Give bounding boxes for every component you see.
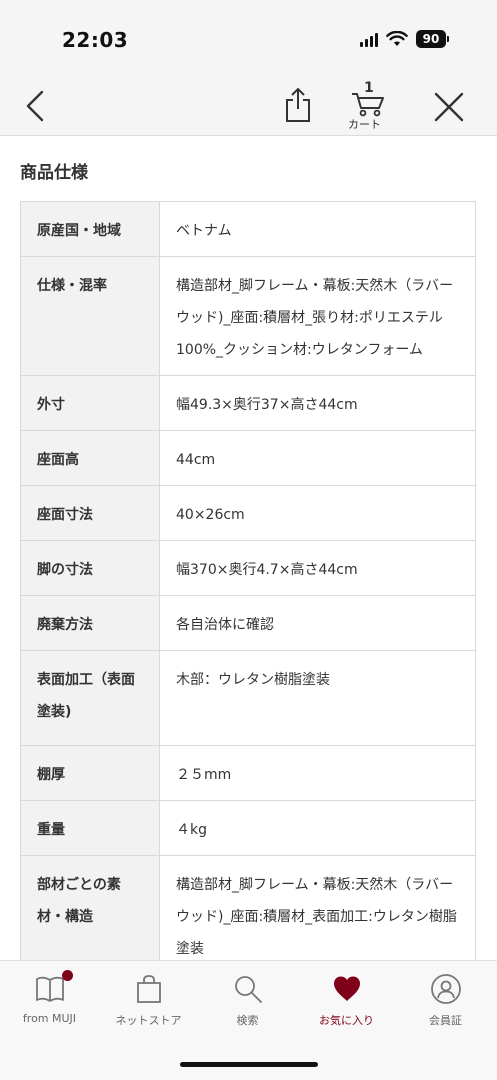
spec-value: ベトナム — [159, 201, 476, 257]
spec-value: 幅49.3×奥行37×高さ44cm — [159, 375, 476, 431]
spec-key: 仕様・混率 — [20, 256, 160, 376]
spec-key: 座面寸法 — [20, 485, 160, 541]
tab-search[interactable]: 検索 — [198, 961, 297, 1041]
spec-table: 原産国・地域 ベトナム 仕様・混率 構造部材_脚フレーム・幕板:天然木（ラバーウ… — [20, 201, 476, 975]
table-row: 座面寸法 40×26cm — [20, 485, 476, 541]
table-row: 脚の寸法 幅370×奥行4.7×高さ44cm — [20, 540, 476, 596]
tab-label: 検索 — [236, 1014, 259, 1027]
book-icon — [35, 976, 64, 1002]
table-row: 表面加工（表面塗装) 木部：ウレタン樹脂塗装 — [20, 650, 476, 746]
table-row: 棚厚 ２５mm — [20, 745, 476, 801]
notification-badge — [62, 970, 73, 981]
spec-value: 44cm — [159, 430, 476, 486]
status-icons: 90 — [360, 30, 449, 48]
cellular-signal-icon — [360, 31, 378, 47]
tab-label: 会員証 — [429, 1014, 462, 1027]
spec-value: ４kg — [159, 800, 476, 856]
spec-value: ２５mm — [159, 745, 476, 801]
spec-key: 外寸 — [20, 375, 160, 431]
cart-count: 1 — [364, 80, 374, 96]
spec-value: 構造部材_脚フレーム・幕板:天然木（ラバーウッド)_座面:積層材_表面加工:ウレ… — [159, 855, 476, 975]
spec-value: 構造部材_脚フレーム・幕板:天然木（ラバーウッド)_座面:積層材_張り材:ポリエ… — [159, 256, 476, 376]
close-icon[interactable] — [432, 90, 466, 124]
spec-key: 座面高 — [20, 430, 160, 486]
table-row: 座面高 44cm — [20, 430, 476, 486]
spec-key: 原産国・地域 — [20, 201, 160, 257]
tab-label: from MUJI — [22, 1012, 77, 1025]
battery-icon: 90 — [416, 30, 449, 48]
table-row: 部材ごとの素材・構造 構造部材_脚フレーム・幕板:天然木（ラバーウッド)_座面:… — [20, 855, 476, 975]
spec-key: 重量 — [20, 800, 160, 856]
spec-key: 廃棄方法 — [20, 595, 160, 651]
member-card-icon — [430, 974, 461, 1004]
table-row: 廃棄方法 各自治体に確認 — [20, 595, 476, 651]
spec-value: 各自治体に確認 — [159, 595, 476, 651]
heart-icon — [333, 976, 360, 1001]
status-time: 22:03 — [62, 28, 129, 52]
share-icon[interactable] — [282, 86, 314, 124]
table-row: 外寸 幅49.3×奥行37×高さ44cm — [20, 375, 476, 431]
table-row: 重量 ４kg — [20, 800, 476, 856]
section-title: 商品仕様 — [20, 163, 88, 183]
tab-net-store[interactable]: ネットストア — [99, 961, 198, 1041]
tab-label: ネットストア — [115, 1014, 182, 1027]
tab-from-muji[interactable]: from MUJI — [0, 961, 99, 1041]
spec-key: 棚厚 — [20, 745, 160, 801]
spec-key: 脚の寸法 — [20, 540, 160, 596]
search-icon — [234, 976, 262, 1003]
wifi-icon — [386, 31, 408, 46]
bag-icon — [136, 975, 161, 1003]
table-row: 仕様・混率 構造部材_脚フレーム・幕板:天然木（ラバーウッド)_座面:積層材_張… — [20, 256, 476, 376]
back-chevron-icon[interactable] — [22, 88, 52, 124]
cart-label: カート — [348, 118, 381, 131]
home-indicator — [180, 1062, 318, 1067]
cart-button[interactable]: 1 カート — [346, 80, 390, 131]
battery-level: 90 — [416, 30, 446, 48]
tab-favorites[interactable]: お気に入り — [297, 961, 396, 1041]
navigation-bar: 1 カート — [0, 76, 497, 136]
spec-key: 表面加工（表面塗装) — [20, 650, 160, 746]
spec-value: 木部：ウレタン樹脂塗装 — [159, 650, 476, 746]
spec-key: 部材ごとの素材・構造 — [20, 855, 160, 975]
spec-value: 幅370×奥行4.7×高さ44cm — [159, 540, 476, 596]
tab-member-card[interactable]: 会員証 — [396, 961, 495, 1041]
status-bar: 22:03 90 — [0, 0, 497, 76]
tab-label: お気に入り — [319, 1014, 374, 1027]
spec-value: 40×26cm — [159, 485, 476, 541]
table-row: 原産国・地域 ベトナム — [20, 201, 476, 257]
